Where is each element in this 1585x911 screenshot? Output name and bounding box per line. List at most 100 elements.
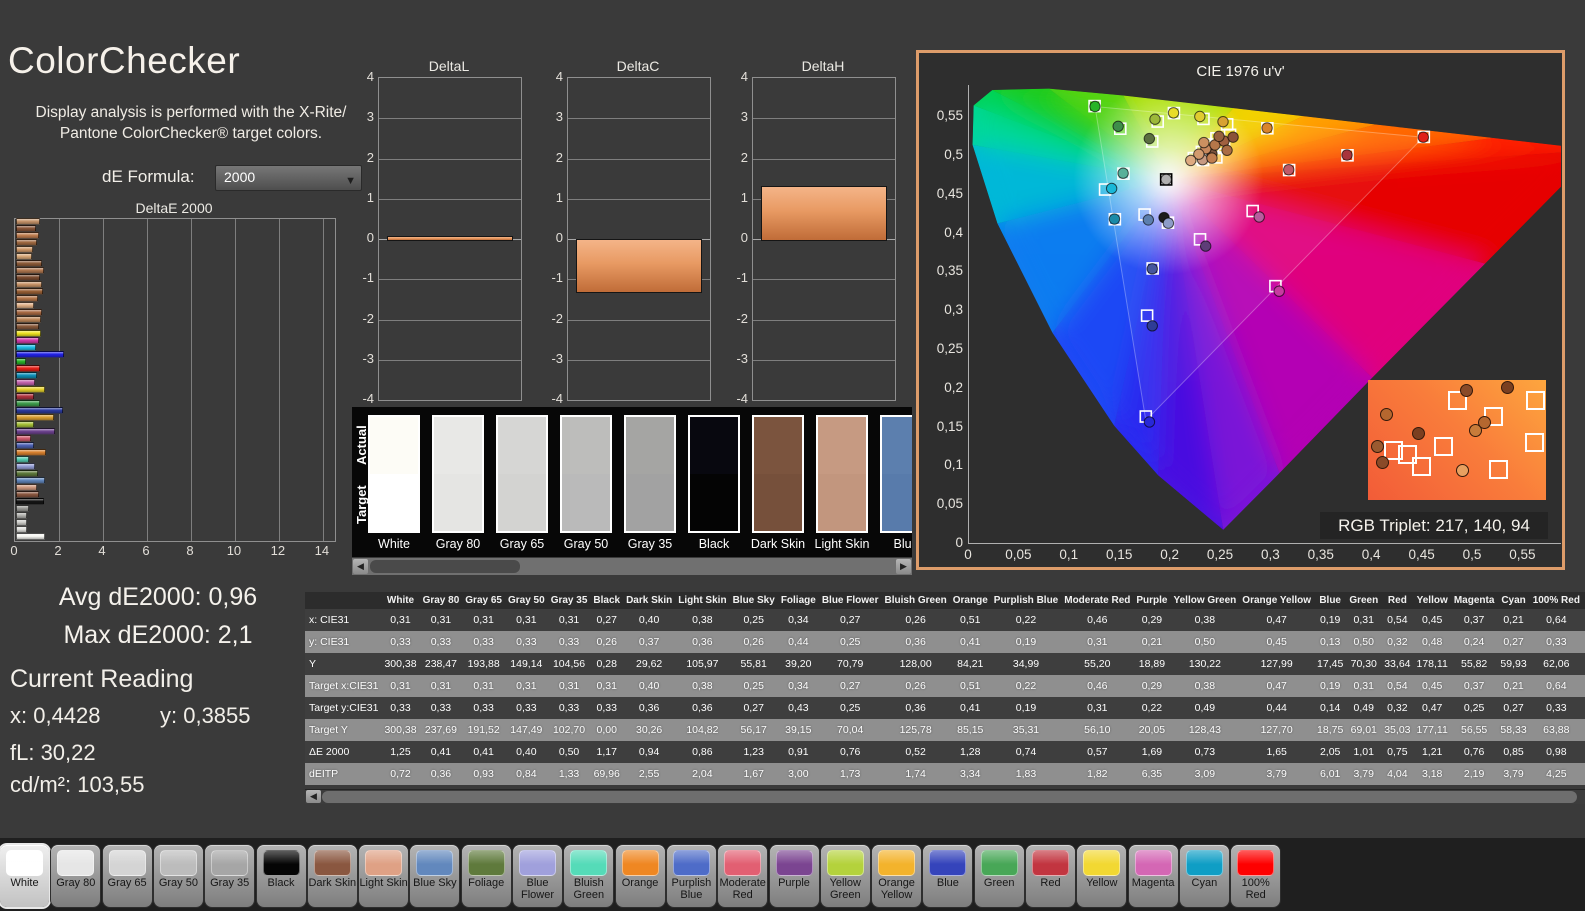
patch-button-100-red[interactable]: 100% Red xyxy=(1231,845,1281,907)
target-color xyxy=(626,474,674,531)
patch-swatch-label: Blue xyxy=(893,537,912,551)
patch-swatch-dark-skin xyxy=(752,415,804,533)
table-cell: 1,17 xyxy=(590,741,624,763)
gridline xyxy=(379,158,521,160)
patch-button-moderate-red[interactable]: Moderate Red xyxy=(718,845,768,907)
patch-button-red[interactable]: Red xyxy=(1026,845,1075,907)
patch-color-swatch xyxy=(1185,850,1223,876)
column-header: Yellow xyxy=(1413,592,1451,609)
delta-e-bar-skin-tone-16 xyxy=(16,218,40,225)
patch-button-gray-50[interactable]: Gray 50 xyxy=(153,845,203,907)
table-cell: 3,79 xyxy=(1497,763,1530,785)
measured-dot-green xyxy=(1112,120,1124,132)
column-header: Black xyxy=(590,592,624,609)
scroll-thumb[interactable] xyxy=(370,560,520,573)
table-scrollbar[interactable]: ◀ xyxy=(305,789,1585,804)
column-header: Yellow Green xyxy=(1170,592,1240,609)
patch-button-blue[interactable]: Blue xyxy=(923,845,973,907)
table-row: ΔE 2000 1,25 0,41 0,41 0,40 0,50 1,17 0,94 0,86 1… xyxy=(305,741,1585,763)
delta-e-x-axis: 0 2 4 6 8 10 12 14 xyxy=(10,543,344,559)
table-cell: 33,64 xyxy=(1381,653,1414,675)
table-cell: 0,38 xyxy=(675,675,730,697)
table-cell: 1,23 xyxy=(729,741,778,763)
patch-button-bluish-green[interactable]: Bluish Green xyxy=(564,845,614,907)
reading-cdm2: cd/m²: 103,55 xyxy=(10,772,145,797)
delta-e-bar-100-cyan xyxy=(16,344,36,351)
table-cell: 127,99 xyxy=(1239,653,1315,675)
patch-button-gray-35[interactable]: Gray 35 xyxy=(205,845,255,907)
table-cell: 0,46 xyxy=(1061,609,1134,631)
de-formula-dropdown[interactable]: 2000 ▼ xyxy=(215,165,362,191)
patch-button-blue-flower[interactable]: Blue Flower xyxy=(513,845,562,907)
delta-e-bar-skin-tone-6 xyxy=(16,288,44,295)
inset-target-square xyxy=(1524,433,1544,453)
swatch-strip-scrollbar[interactable]: ◀ ▶ xyxy=(352,558,912,575)
patch-button-blue-sky[interactable]: Blue Sky xyxy=(410,845,460,907)
patch-button-dark-skin[interactable]: Dark Skin xyxy=(307,845,357,907)
patch-button-gray-65[interactable]: Gray 65 xyxy=(102,845,152,907)
column-header: Bluish Green xyxy=(881,592,950,609)
delta-h-chart: DeltaH 4 3 2 1 0 -1 -2 -3 -4 xyxy=(726,58,906,408)
y-tick-label: 3 xyxy=(555,109,563,125)
patch-color-swatch xyxy=(519,850,556,876)
patch-color-swatch xyxy=(159,850,197,876)
patch-button-orange[interactable]: Orange xyxy=(615,845,665,907)
table-head: White Gray 80 Gray 65 Gray 50 Gray 35 Black Da… xyxy=(305,592,1585,609)
delta-e-bar-100-yellow xyxy=(16,330,41,337)
patch-button-gray-80[interactable]: Gray 80 xyxy=(51,845,101,907)
x-tick-label: 4 xyxy=(98,543,106,558)
patch-button-yellow-green[interactable]: Yellow Green xyxy=(820,845,870,907)
y-tick-label: -3 xyxy=(736,350,748,366)
patch-button-foliage[interactable]: Foliage xyxy=(461,845,511,907)
patch-button-white[interactable]: White xyxy=(0,845,49,907)
cie-y-tick-label: 0,3 xyxy=(944,302,963,318)
scroll-left-icon[interactable]: ◀ xyxy=(306,790,321,803)
delta-e-bar-skin-tone-5 xyxy=(16,295,38,302)
table-row: dEITP 0,72 0,36 0,93 0,84 1,33 69,96 2,55 2,04 1,… xyxy=(305,763,1585,785)
gridline xyxy=(753,359,895,361)
patch-color-swatch xyxy=(929,850,967,876)
table-cell: 6,01 xyxy=(1314,763,1347,785)
table-cell: 0,33 xyxy=(1529,697,1583,719)
table-cell: 0,22 xyxy=(990,675,1062,697)
column-header: Orange xyxy=(949,592,991,609)
y-tick-label: 2 xyxy=(366,149,374,165)
table-cell: 0,26 xyxy=(729,631,778,653)
table-cell: 300,38 xyxy=(381,653,420,675)
table-cell: 0,00 xyxy=(590,719,624,741)
patch-button-purple[interactable]: Purple xyxy=(769,845,819,907)
patch-button-light-skin[interactable]: Light Skin xyxy=(359,845,409,907)
y-tick-label: -1 xyxy=(736,270,748,286)
measured-dot-foliage xyxy=(1143,132,1156,145)
table-cell: 0,41 xyxy=(419,741,463,763)
patch-button-magenta[interactable]: Magenta xyxy=(1128,845,1178,907)
table-cell: 0,25 xyxy=(1450,697,1498,719)
patch-button-yellow[interactable]: Yellow xyxy=(1077,845,1127,907)
actual-color xyxy=(434,417,482,474)
patch-button-cyan[interactable]: Cyan xyxy=(1179,845,1229,907)
patch-button-black[interactable]: Black xyxy=(256,845,306,907)
column-header: Gray 80 xyxy=(419,592,463,609)
table-cell: 1,25 xyxy=(381,741,420,763)
cie-x-tick-label: 0,45 xyxy=(1408,547,1435,562)
scroll-right-icon[interactable]: ▶ xyxy=(896,559,911,574)
delta-e-bar-yellow xyxy=(16,386,45,393)
column-header: Blue Flower xyxy=(818,592,882,609)
patch-button-purplish-blue[interactable]: Purplish Blue xyxy=(666,845,716,907)
y-tick-label: -2 xyxy=(551,310,563,326)
delta-e-bar-100-blue xyxy=(16,351,65,358)
bottom-toolbar: ▶ ▲ ■▶[··]∞⟳ « Back Next » WhiteGray 80G… xyxy=(0,838,1585,911)
table-cell: 56,10 xyxy=(1061,719,1134,741)
gridline xyxy=(568,319,710,321)
table-cell: 63,88 xyxy=(1529,719,1583,741)
scroll-left-icon[interactable]: ◀ xyxy=(353,559,368,574)
patch-button-orange-yellow[interactable]: Orange Yellow xyxy=(872,845,922,907)
table-cell: 1,74 xyxy=(881,763,950,785)
scroll-thumb[interactable] xyxy=(322,791,1577,803)
table-row: x: CIE31 0,31 0,31 0,31 0,31 0,31 0,27 0,40 0,38… xyxy=(305,609,1585,631)
patch-button-label: Bluish Green xyxy=(573,877,605,901)
table-cell: 0,50 xyxy=(547,741,591,763)
cie-y-tick-label: 0,2 xyxy=(944,379,963,395)
table-cell: 39,15 xyxy=(777,719,819,741)
patch-button-green[interactable]: Green xyxy=(974,845,1024,907)
